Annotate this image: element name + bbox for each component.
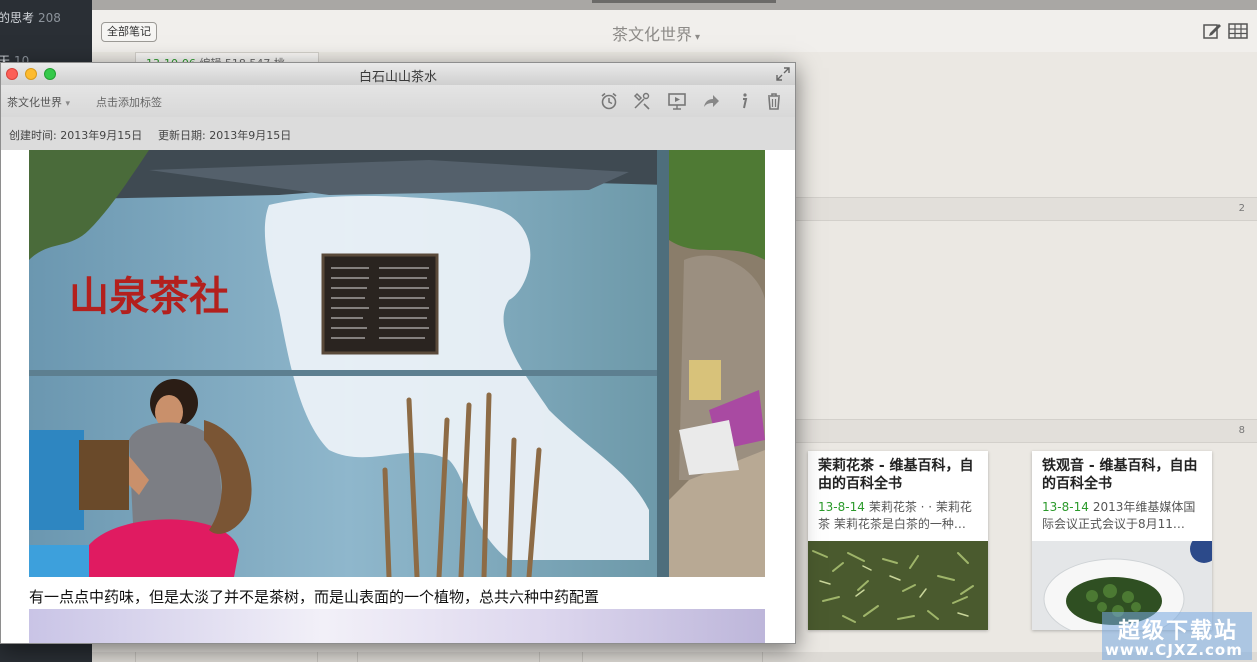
info-icon[interactable]: [734, 91, 754, 111]
new-note-icon[interactable]: [1202, 22, 1222, 40]
site-watermark: 超级下载站 www.CJXZ.com: [1102, 612, 1252, 660]
card-date: 13-8-14: [818, 500, 865, 514]
notebook-title: 茶文化世界: [612, 25, 693, 44]
section-divider: 2: [796, 197, 1257, 221]
sidebar-item-count: 208: [38, 11, 61, 25]
jasmine-tea-thumbnail: [808, 541, 988, 630]
presentation-icon[interactable]: [667, 91, 687, 111]
grid-view-icon[interactable]: [1228, 22, 1248, 40]
reminder-icon[interactable]: [599, 91, 619, 111]
section-count: 8: [1238, 425, 1245, 436]
all-notes-button[interactable]: 全部笔记: [101, 22, 157, 42]
tea-stall-photo: 山泉茶社: [29, 150, 765, 577]
note-body[interactable]: 山泉茶社 有一点点中药味，但是太淡了并不是茶树，而是山表面的一个植物，总共六种中…: [1, 150, 795, 643]
card-snippet: 13-8-14 茉莉花茶 · · 茉莉花茶 茉莉花茶是白茶的一种…: [818, 499, 983, 533]
note-body-text: 有一点点中药味，但是太淡了并不是茶树，而是山表面的一个植物，总共六种中药配置: [29, 588, 600, 606]
card-snippet: 13-8-14 2013年维基媒体国际会议正式会议于8月11…: [1042, 499, 1207, 533]
note-meta-bar: 创建时间: 2013年9月15日 更新日期: 2013年9月15日: [1, 117, 795, 151]
second-photo-preview: [29, 609, 765, 643]
fullscreen-icon[interactable]: [775, 66, 791, 82]
card-date: 13-8-14: [1042, 500, 1089, 514]
chevron-down-icon: ▾: [65, 99, 71, 109]
section-count: 2: [1238, 203, 1245, 214]
notebook-title-dropdown[interactable]: 茶文化世界 ▾: [612, 21, 700, 45]
note-card[interactable]: 铁观音 - 维基百科，自由的百科全书 13-8-14 2013年维基媒体国际会议正…: [1032, 451, 1212, 630]
note-window: 白石山山茶水 茶文化世界 ▾ 点击添加标签 创建时间: 2013年9月15日 更…: [0, 62, 796, 644]
watermark-line2: www.CJXZ.com: [1105, 641, 1243, 659]
window-titlebar[interactable]: 白石山山茶水: [1, 63, 795, 86]
forward-icon[interactable]: [701, 91, 721, 111]
notebook-selector-label: 茶文化世界: [7, 96, 62, 109]
updated-date: 更新日期: 2013年9月15日: [158, 129, 292, 142]
note-toolbar: 茶文化世界 ▾ 点击添加标签: [1, 85, 795, 118]
card-title: 茉莉花茶 - 维基百科，自由的百科全书: [818, 458, 974, 492]
bottom-note-tabs: [92, 652, 1257, 662]
window-title: 白石山山茶水: [358, 70, 437, 85]
note-card[interactable]: 茉莉花茶 - 维基百科，自由的百科全书 13-8-14 茉莉花茶 · · 茉莉花茶…: [808, 451, 988, 630]
window-top-strip: [92, 0, 1257, 10]
notebook-selector[interactable]: 茶文化世界 ▾: [7, 94, 70, 110]
sidebar-item-thinking[interactable]: 的思考 208: [0, 9, 61, 26]
trash-icon[interactable]: [764, 91, 784, 111]
section-divider: 8: [796, 419, 1257, 443]
sidebar-item-label: 的思考: [0, 11, 35, 25]
share-tools-icon[interactable]: [632, 91, 652, 111]
notebook-header: 全部笔记 茶文化世界 ▾: [92, 10, 1257, 53]
created-date: 创建时间: 2013年9月15日: [9, 129, 143, 142]
add-tag-field[interactable]: 点击添加标签: [96, 94, 162, 110]
photo-sign-text: 山泉茶社: [69, 274, 229, 320]
chevron-down-icon: ▾: [695, 32, 701, 43]
card-title: 铁观音 - 维基百科，自由的百科全书: [1042, 458, 1198, 492]
